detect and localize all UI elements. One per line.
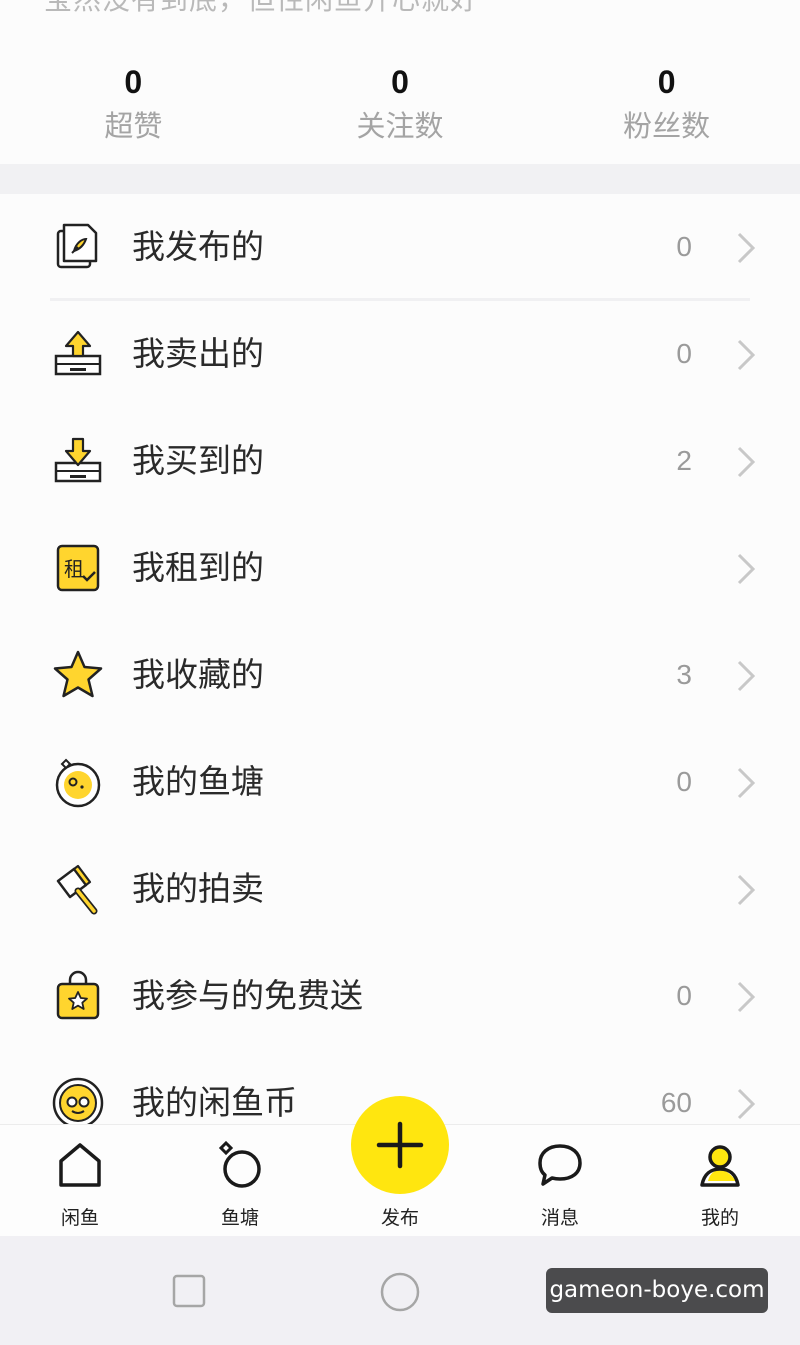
menu-item-label: 我的鱼塘 <box>132 762 264 801</box>
publish-button[interactable] <box>351 1096 449 1194</box>
menu-item-fishpond[interactable]: 我的鱼塘 0 <box>0 729 800 836</box>
section-divider <box>0 164 800 194</box>
chevron-right-icon <box>737 767 756 799</box>
rent-icon: 租 <box>56 544 100 592</box>
menu-item-label: 我卖出的 <box>132 334 264 373</box>
sold-tray-icon <box>54 330 102 376</box>
chevron-right-icon <box>737 553 756 585</box>
chevron-right-icon <box>737 446 756 478</box>
menu-item-label: 我收藏的 <box>132 655 264 694</box>
profile-icon <box>700 1145 740 1187</box>
menu-item-count: 3 <box>676 659 692 690</box>
rent-icon-text: 租 <box>64 557 84 581</box>
stat-label: 超赞 <box>104 109 163 143</box>
plus-icon <box>376 1121 424 1169</box>
tab-profile[interactable]: 我的 <box>660 1125 780 1237</box>
tab-label: 我的 <box>700 1207 739 1229</box>
tab-home[interactable]: 闲鱼 <box>20 1125 140 1237</box>
stat-followers[interactable]: 0 粉丝数 <box>533 60 800 164</box>
chevron-right-icon <box>737 1088 756 1120</box>
recent-apps-square-icon[interactable] <box>172 1274 206 1308</box>
menu-item-favorites[interactable]: 我收藏的 3 <box>0 622 800 729</box>
free-gift-bag-icon <box>56 970 100 1020</box>
fishpond-ring-icon <box>218 1141 261 1188</box>
top-partial-text-container: 宝然没有到底，但性闲鱼开心就好 <box>0 0 800 24</box>
menu-item-published[interactable]: 我发布的 0 <box>0 194 800 301</box>
fishpond-icon <box>55 758 101 808</box>
menu-item-label: 我租到的 <box>132 548 264 587</box>
menu-item-count: 60 <box>660 1087 692 1118</box>
chevron-right-icon <box>737 874 756 906</box>
stat-following[interactable]: 0 关注数 <box>267 60 534 164</box>
tab-messages[interactable]: 消息 <box>500 1125 620 1237</box>
tab-label: 鱼塘 <box>220 1207 259 1229</box>
menu-item-label: 我发布的 <box>132 227 264 266</box>
top-partial-text: 宝然没有到底，但性闲鱼开心就好 <box>44 0 479 18</box>
menu-item-count: 0 <box>676 980 692 1011</box>
bought-tray-icon <box>54 437 102 483</box>
menu-item-count: 0 <box>676 231 692 262</box>
menu-item-bought[interactable]: 我买到的 2 <box>0 408 800 515</box>
stat-likes[interactable]: 0 超赞 <box>0 60 267 164</box>
tab-fishpond[interactable]: 鱼塘 <box>180 1125 300 1237</box>
home-icon <box>59 1143 101 1187</box>
published-doc-icon <box>56 223 98 269</box>
menu-item-count: 2 <box>676 445 692 476</box>
stat-label: 粉丝数 <box>623 109 711 143</box>
stat-value: 0 <box>391 64 409 100</box>
menu-item-label: 我的闲鱼币 <box>132 1083 297 1122</box>
watermark-label: gameon-boye.com <box>546 1268 768 1313</box>
stat-label: 关注数 <box>356 109 444 143</box>
tab-label: 闲鱼 <box>60 1207 99 1229</box>
chevron-right-icon <box>737 339 756 371</box>
menu-item-rented[interactable]: 租 我租到的 <box>0 515 800 622</box>
menu-item-label: 我的拍卖 <box>132 869 264 908</box>
menu-item-auction[interactable]: 我的拍卖 <box>0 836 800 943</box>
chevron-right-icon <box>737 981 756 1013</box>
menu-item-sold[interactable]: 我卖出的 0 <box>0 301 800 408</box>
menu-item-free-gift[interactable]: 我参与的免费送 0 <box>0 943 800 1050</box>
stat-value: 0 <box>124 64 143 100</box>
tab-label: 消息 <box>540 1207 579 1229</box>
menu-list: 我发布的 0 我卖出的 0 我买到的 2 租 我租到的 我收藏的 3 我的鱼塘 … <box>0 194 800 1157</box>
message-bubble-icon <box>538 1144 582 1186</box>
tab-label: 发布 <box>380 1207 419 1229</box>
xianyu-coin-icon <box>52 1077 104 1129</box>
menu-item-label: 我买到的 <box>132 441 264 480</box>
star-icon <box>53 650 103 698</box>
menu-item-count: 0 <box>676 766 692 797</box>
stats-bar: 0 超赞 0 关注数 0 粉丝数 <box>0 60 800 164</box>
chevron-right-icon <box>737 232 756 264</box>
menu-item-count: 0 <box>676 338 692 369</box>
home-circle-icon[interactable] <box>380 1272 420 1312</box>
chevron-right-icon <box>737 660 756 692</box>
menu-item-label: 我参与的免费送 <box>132 976 363 1015</box>
stat-value: 0 <box>657 64 676 100</box>
auction-hammer-icon <box>56 864 98 915</box>
